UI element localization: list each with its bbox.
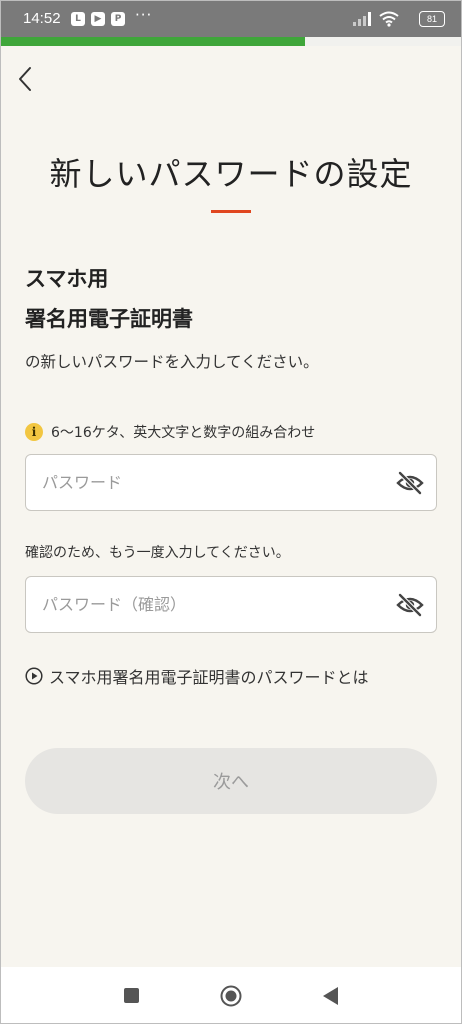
- password-confirm-field: [25, 576, 437, 633]
- back-chevron-icon[interactable]: [13, 63, 37, 95]
- status-bar: 14:52 L ▶ P ··· 81: [1, 1, 461, 37]
- title-accent-line: [211, 210, 251, 213]
- youtube-icon: ▶: [91, 12, 105, 26]
- more-notifications-icon: ···: [135, 6, 153, 24]
- app-p-icon: P: [111, 12, 125, 26]
- battery-icon: 81: [419, 11, 445, 27]
- nav-back-button[interactable]: [321, 986, 339, 1006]
- page-title: 新しいパスワードの設定: [49, 155, 413, 193]
- certificate-name-line1: スマホ用: [25, 267, 109, 291]
- recent-apps-button[interactable]: [124, 988, 139, 1003]
- home-button[interactable]: [220, 985, 242, 1007]
- password-confirm-input[interactable]: [42, 577, 382, 632]
- status-time: 14:52: [23, 10, 61, 27]
- eye-off-icon[interactable]: [396, 592, 424, 618]
- certificate-name-line2: 署名用電子証明書: [25, 307, 193, 331]
- next-button[interactable]: 次へ: [25, 748, 437, 814]
- help-link-text: スマホ用署名用電子証明書のパスワードとは: [49, 668, 369, 687]
- password-help-link[interactable]: スマホ用署名用電子証明書のパスワードとは: [25, 663, 369, 689]
- confirm-label: 確認のため、もう一度入力してください。: [25, 545, 290, 561]
- password-field: [25, 454, 437, 511]
- password-rule-text: 6〜16ケタ、英大文字と数字の組み合わせ: [51, 425, 316, 441]
- signal-icon: [353, 12, 371, 26]
- app-screen: 14:52 L ▶ P ··· 81 新しいパスワードの設定 スマホ用 署名用電…: [0, 0, 462, 1024]
- wifi-icon: [379, 11, 399, 27]
- progress-bar: [1, 37, 461, 46]
- progress-fill: [1, 37, 305, 46]
- instruction-text: の新しいパスワードを入力してください。: [25, 353, 319, 371]
- line-app-icon: L: [71, 12, 85, 26]
- info-icon: i: [25, 423, 43, 441]
- play-circle-icon: [25, 667, 43, 685]
- navigation-bar: [1, 967, 461, 1023]
- password-input[interactable]: [42, 455, 382, 510]
- eye-off-icon[interactable]: [396, 470, 424, 496]
